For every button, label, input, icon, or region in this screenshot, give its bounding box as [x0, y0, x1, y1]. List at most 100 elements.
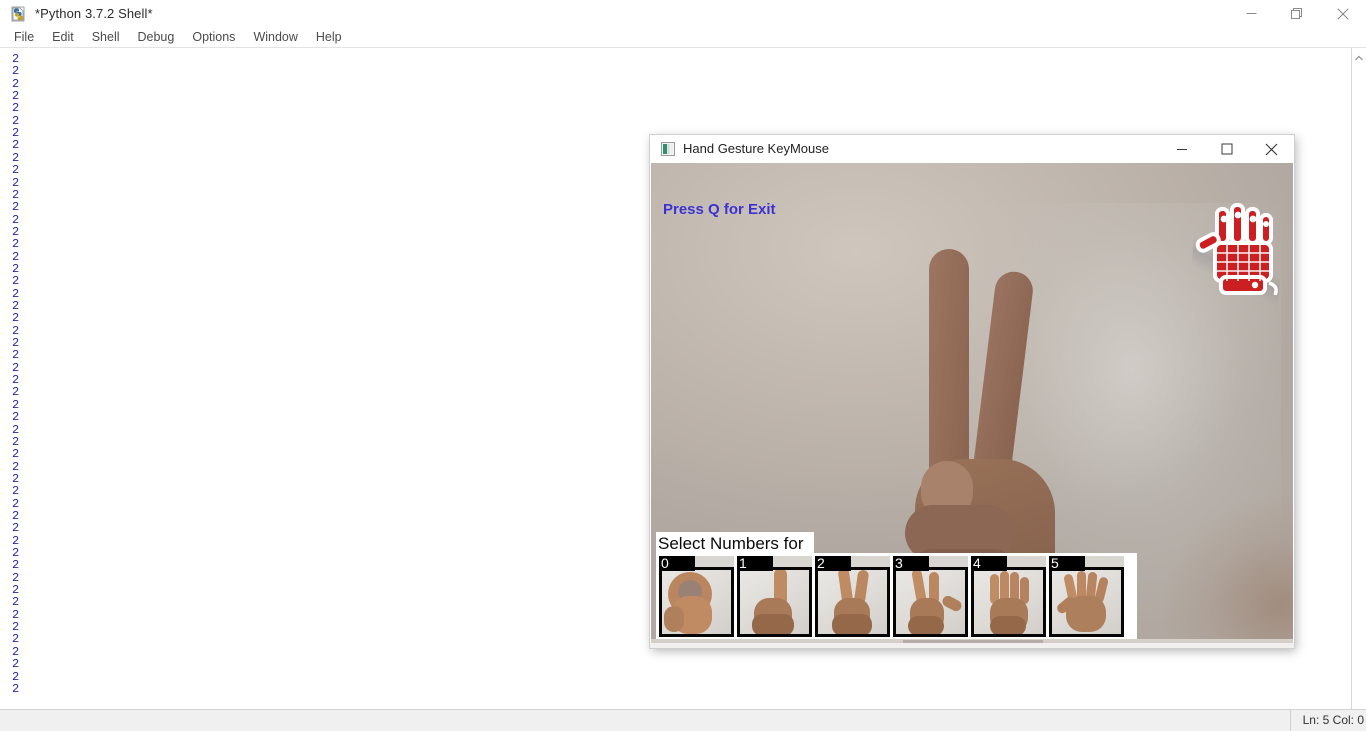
shell-output-line: 2	[12, 212, 20, 227]
shell-output-line: 2	[12, 336, 20, 351]
shell-output-line: 2	[12, 521, 20, 536]
thumbnail-number-label: 1	[739, 556, 747, 571]
shell-output-line: 2	[12, 52, 20, 66]
idle-menubar: File Edit Shell Debug Options Window Hel…	[0, 27, 1366, 48]
thumbnail-number-label: 4	[973, 556, 981, 571]
shell-output-line: 2	[12, 669, 20, 684]
idle-restore-button[interactable]	[1274, 0, 1320, 27]
shell-output-line: 2	[12, 64, 20, 79]
thumbnail-photo	[737, 567, 812, 637]
thumbnail-number-label: 0	[661, 556, 669, 571]
shell-output-line: 2	[12, 570, 20, 585]
shell-output-line: 2	[12, 261, 20, 276]
gesture-thumbnail-1[interactable]: 1	[737, 556, 812, 637]
opencv-close-button[interactable]	[1249, 135, 1294, 163]
shell-output-line: 2	[12, 348, 20, 363]
idle-vertical-scrollbar[interactable]	[1351, 48, 1366, 710]
shell-output-line: 2	[12, 311, 20, 326]
idle-minimize-button[interactable]	[1228, 0, 1274, 27]
shell-output-line: 2	[12, 249, 20, 264]
opencv-maximize-button[interactable]	[1204, 135, 1249, 163]
idle-close-button[interactable]	[1320, 0, 1366, 27]
shell-output-line: 2	[12, 583, 20, 598]
shell-output-line: 2	[12, 76, 20, 91]
shell-output-line: 2	[12, 373, 20, 388]
robotic-glove-logo	[1189, 203, 1281, 296]
shell-output-line: 2	[12, 101, 20, 116]
scroll-up-arrow-icon[interactable]	[1354, 51, 1364, 61]
gesture-thumbnail-strip[interactable]: 0 1 2 3 4 5	[656, 553, 1137, 640]
shell-output-line: 2	[12, 175, 20, 190]
shell-output-line: 2	[12, 187, 20, 202]
shell-output-line: 2	[12, 620, 20, 635]
thumbnail-photo	[1049, 567, 1124, 637]
opencv-window-controls	[1159, 135, 1294, 163]
shell-output-line: 2	[12, 323, 20, 338]
gesture-thumbnail-3[interactable]: 3	[893, 556, 968, 637]
shell-output-line: 2	[12, 237, 20, 252]
shell-output-line: 2	[12, 644, 20, 659]
menu-debug[interactable]: Debug	[129, 27, 184, 47]
python-idle-icon	[11, 6, 27, 22]
shell-output-line: 2	[12, 484, 20, 499]
shell-output-line: 2	[12, 471, 20, 486]
exit-hint-text: Press Q for Exit	[663, 201, 776, 218]
opencv-minimize-button[interactable]	[1159, 135, 1204, 163]
shell-output-line: 2	[12, 360, 20, 375]
opencv-window-icon	[661, 142, 675, 156]
shell-output-line: 2	[12, 89, 20, 104]
gesture-thumbnail-4[interactable]: 4	[971, 556, 1046, 637]
shell-output-line: 2	[12, 508, 20, 523]
shell-output-line: 2	[12, 150, 20, 165]
menu-shell[interactable]: Shell	[83, 27, 129, 47]
gesture-thumbnail-5[interactable]: 5	[1049, 556, 1124, 637]
status-divider	[1290, 710, 1291, 731]
opencv-window-bottom-edge	[650, 643, 1294, 648]
thumbnail-number-label: 2	[817, 556, 825, 571]
shell-output-line: 2	[12, 681, 20, 696]
shell-output-line: 2	[12, 632, 20, 647]
shell-output-line: 2	[12, 299, 20, 313]
shell-output-line: 2	[12, 410, 20, 425]
shell-output-line: 2	[12, 434, 20, 449]
shell-output-line: 2	[12, 422, 20, 437]
thumbnail-number-label: 5	[1051, 556, 1059, 571]
shell-output-line: 2	[12, 595, 20, 610]
shell-output-line: 2	[12, 533, 20, 548]
shell-output-line: 2	[12, 607, 20, 622]
shell-output-line: 2	[12, 113, 20, 128]
shell-output-line: 2	[12, 385, 20, 400]
thumbnail-photo	[815, 567, 890, 637]
idle-window-title: *Python 3.7.2 Shell*	[35, 6, 153, 21]
menu-window[interactable]: Window	[244, 27, 306, 47]
shell-output-line: 2	[12, 459, 20, 474]
shell-output-line: 2	[12, 286, 20, 301]
shell-output-line: 2	[12, 200, 20, 215]
cursor-position-status: Ln: 5 Col: 0	[1302, 713, 1364, 727]
thumbnail-photo	[971, 567, 1046, 637]
camera-arm-shadow	[1163, 493, 1293, 647]
gesture-thumbnail-0[interactable]: 0	[659, 556, 734, 637]
thumbnail-photo	[893, 567, 968, 637]
screen: *Python 3.7.2 Shell* File Edit Shell Deb…	[0, 0, 1366, 731]
menu-file[interactable]: File	[5, 27, 43, 47]
opencv-titlebar[interactable]: Hand Gesture KeyMouse	[650, 135, 1294, 163]
camera-feed-panel[interactable]: Press Q for Exit Select Numbers for 0 1 …	[651, 163, 1293, 647]
menu-options[interactable]: Options	[183, 27, 244, 47]
idle-titlebar: *Python 3.7.2 Shell*	[0, 0, 1366, 27]
shell-output-line: 2	[12, 496, 20, 511]
shell-output-line: 2	[12, 126, 20, 141]
shell-output-line: 2	[12, 546, 20, 560]
idle-status-bar: Ln: 5 Col: 0	[0, 709, 1366, 731]
opencv-window[interactable]: Hand Gesture KeyMouse Press Q for Exit S…	[650, 135, 1294, 648]
thumbnail-number-label: 3	[895, 556, 903, 571]
menu-edit[interactable]: Edit	[43, 27, 83, 47]
gesture-thumbnail-2[interactable]: 2	[815, 556, 890, 637]
shell-output-line: 2	[12, 657, 20, 672]
menu-help[interactable]: Help	[307, 27, 351, 47]
shell-output-line: 2	[12, 224, 20, 239]
shell-output-line: 2	[12, 163, 20, 178]
shell-output-line: 2	[12, 397, 20, 412]
shell-output-line: 2	[12, 274, 20, 289]
thumbnail-photo	[659, 567, 734, 637]
